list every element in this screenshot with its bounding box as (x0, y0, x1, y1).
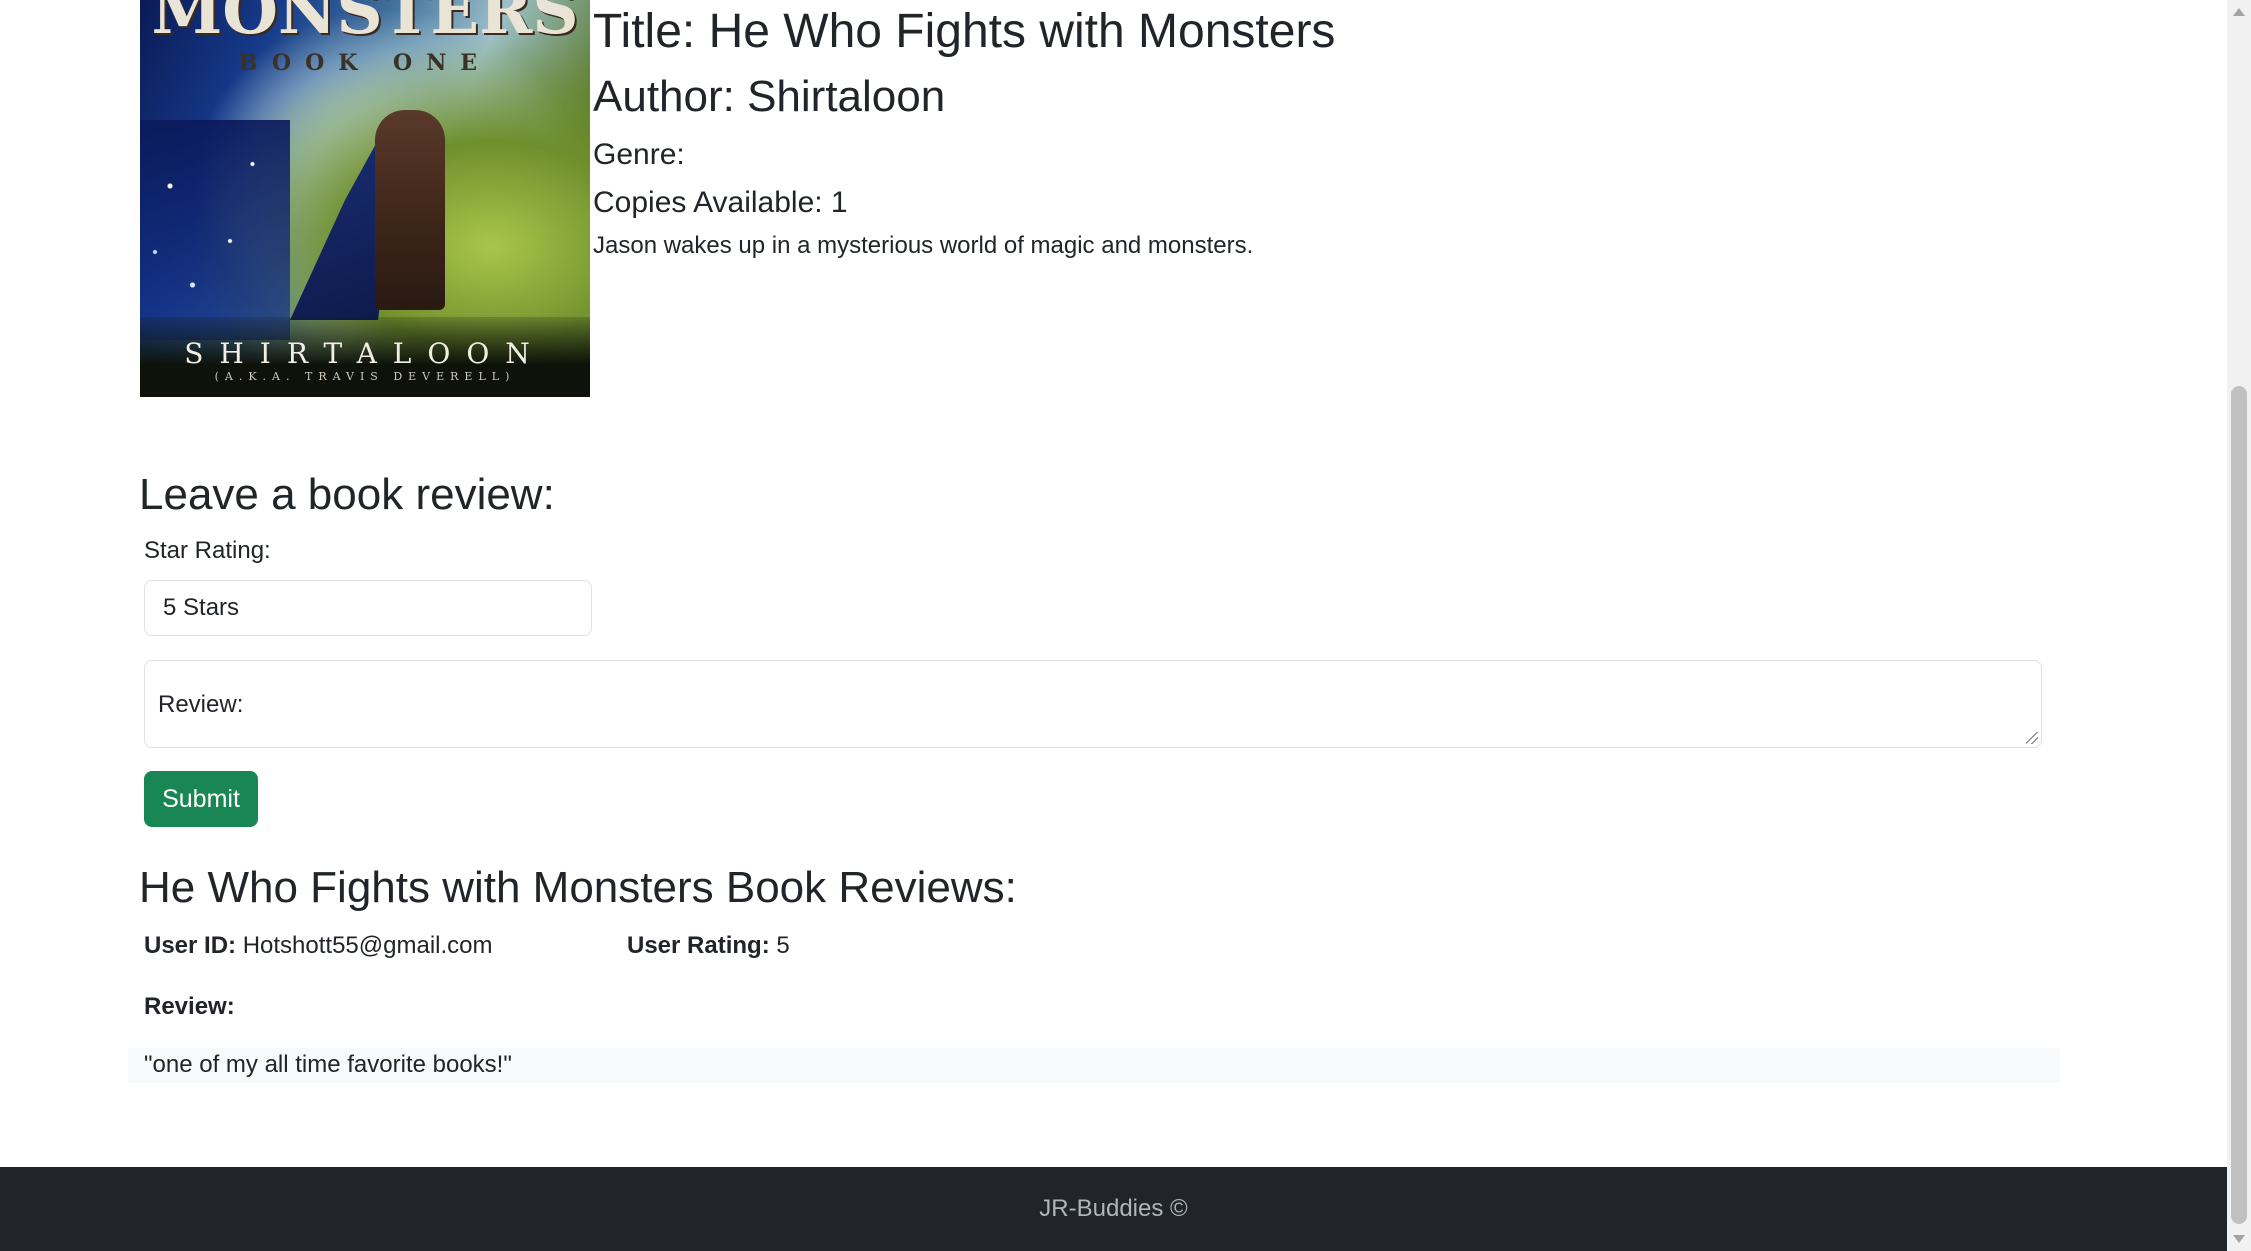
cover-series-text: MONSTERS (151, 0, 579, 49)
book-author: Author: Shirtaloon (593, 72, 946, 121)
cover-aka-text: (A.K.A. TRAVIS DEVERELL) (214, 370, 516, 383)
review-text: "one of my all time favorite books!" (144, 1051, 512, 1078)
review-user-rating: User Rating: 5 (627, 932, 790, 960)
cover-figure (375, 110, 445, 310)
cover-book-number: BOOK ONE (238, 50, 492, 76)
user-id-label: User ID: (144, 932, 237, 959)
book-genre: Genre: (593, 138, 685, 171)
star-rating-value: 5 Stars (163, 594, 240, 621)
footer-text: JR-Buddies © (1039, 1195, 1188, 1222)
review-text-row: "one of my all time favorite books!" (128, 1048, 2060, 1083)
book-copies-available: Copies Available: 1 (593, 186, 848, 219)
star-rating-label: Star Rating: (144, 537, 271, 564)
submit-button[interactable]: Submit (144, 771, 258, 827)
vertical-scrollbar[interactable] (2227, 0, 2251, 1251)
scroll-up-arrow-icon[interactable] (2233, 8, 2245, 16)
user-id-value: Hotshott55@gmail.com (242, 932, 493, 959)
user-rating-value: 5 (776, 932, 790, 959)
footer: JR-Buddies © (0, 1167, 2227, 1251)
resize-handle-icon[interactable] (2026, 732, 2038, 744)
scroll-down-arrow-icon[interactable] (2233, 1235, 2245, 1243)
reviews-heading: He Who Fights with Monsters Book Reviews… (139, 863, 1017, 912)
book-cover-image: MONSTERS BOOK ONE SHIRTALOON (A.K.A. TRA… (140, 0, 590, 397)
book-title: Title: He Who Fights with Monsters (593, 5, 1336, 58)
scrollbar-thumb[interactable] (2231, 386, 2247, 1224)
user-rating-label: User Rating: (627, 932, 770, 959)
page: MONSTERS BOOK ONE SHIRTALOON (A.K.A. TRA… (0, 0, 2227, 1251)
review-textarea-label: Review: (158, 691, 244, 718)
cover-author-text: SHIRTALOON (184, 337, 546, 370)
book-description: Jason wakes up in a mysterious world of … (593, 232, 1254, 259)
review-text-label: Review: (144, 993, 235, 1020)
star-rating-select[interactable]: 5 Stars (144, 580, 592, 636)
cover-starfield (140, 120, 290, 340)
review-form-heading: Leave a book review: (139, 470, 555, 519)
review-textarea[interactable]: Review: (144, 660, 2042, 748)
review-user-id: User ID: Hotshott55@gmail.com (144, 932, 493, 960)
